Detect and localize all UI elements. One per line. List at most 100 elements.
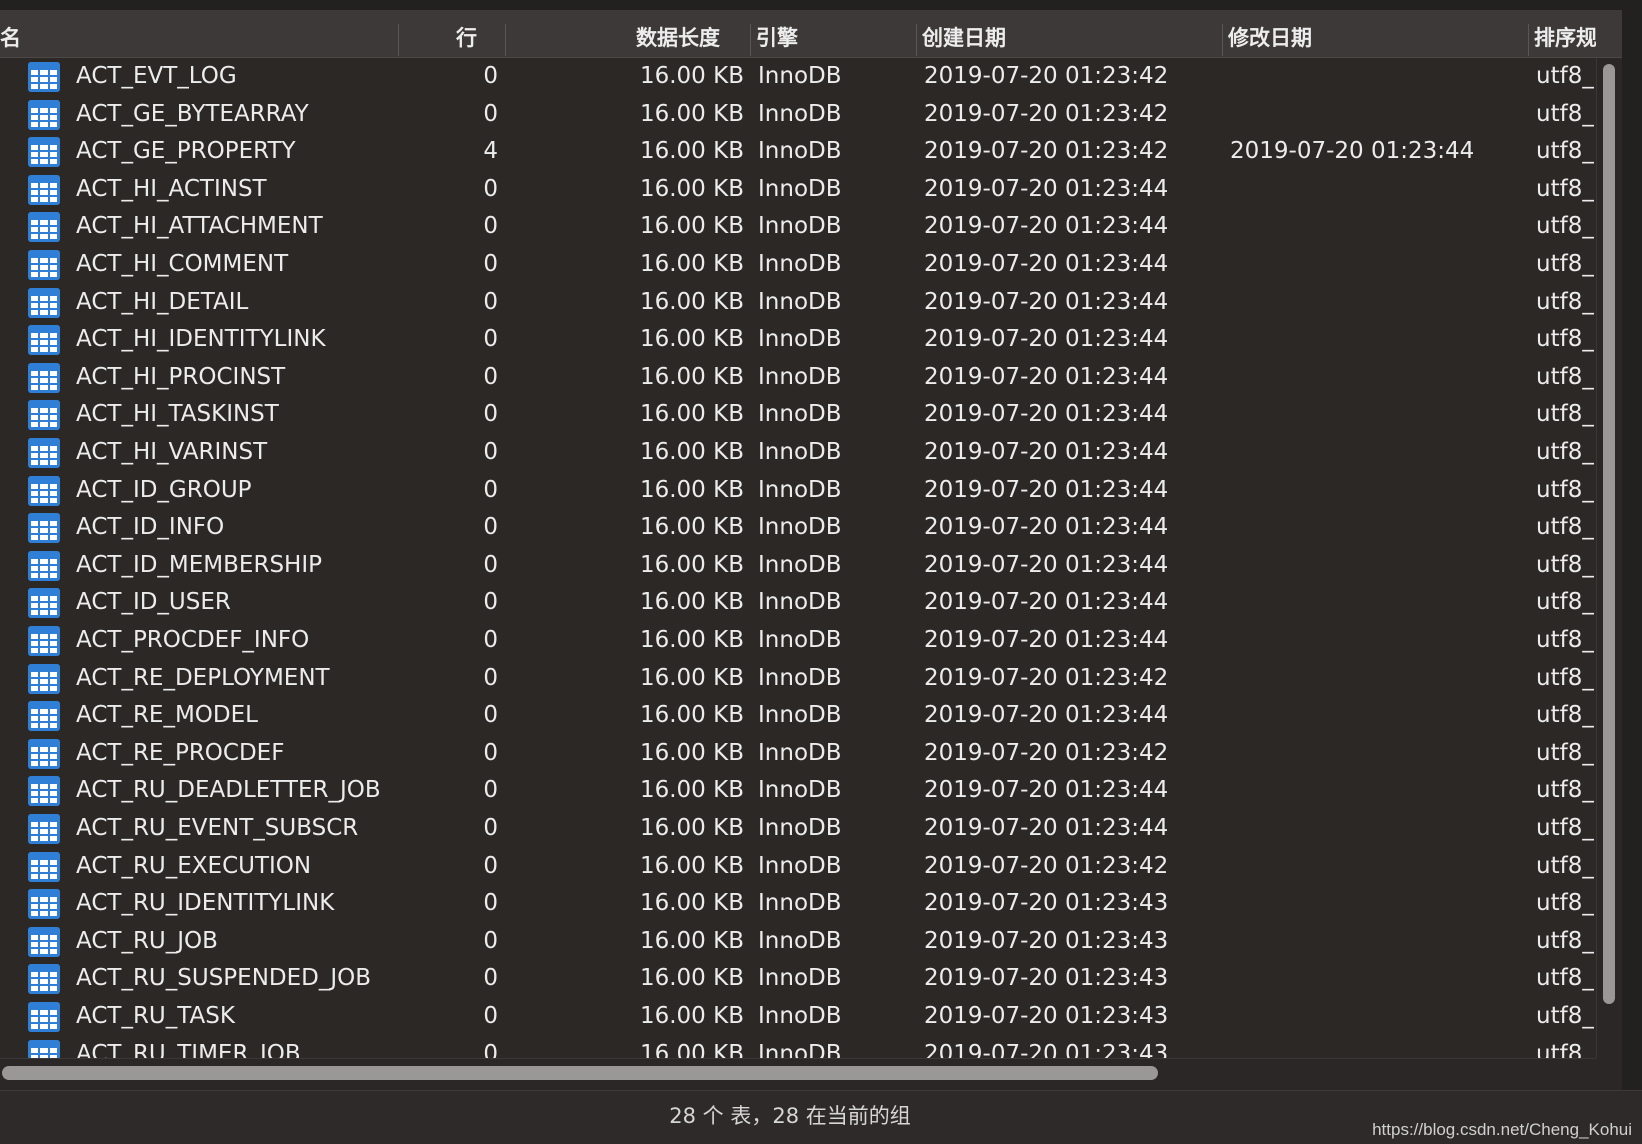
engine-cell: InnoDB [758,551,842,578]
column-divider[interactable] [505,24,506,56]
column-divider[interactable] [398,24,399,56]
engine-cell: InnoDB [758,175,842,202]
column-divider[interactable] [750,24,751,56]
engine-cell: InnoDB [758,213,842,240]
modified-date-cell [1230,171,1530,209]
collation-cell: utf8_ [1536,326,1594,353]
table-grid-icon [28,701,60,732]
row-count-cell: 0 [483,664,498,691]
table-row[interactable]: ACT_EVT_LOG 0 16.00 KB InnoDB 2019-07-20 01:… [0,58,1600,96]
table-row[interactable]: ACT_RU_TIMER_JOB 0 16.00 KB InnoDB 2019-07-2… [0,1036,1600,1058]
engine-cell: InnoDB [758,965,842,992]
collation-cell: utf8_ [1536,63,1594,89]
modified-date-cell [1230,396,1530,434]
table-grid-icon [28,212,60,243]
engine-cell: InnoDB [758,251,842,277]
modified-date-cell [1230,246,1530,284]
table-row[interactable]: ACT_GE_BYTEARRAY 0 16.00 KB InnoDB 2019-07-2… [0,96,1600,134]
vertical-scrollbar-thumb[interactable] [1603,64,1615,1004]
column-divider[interactable] [1222,24,1223,56]
collation-cell: utf8_ [1536,476,1594,503]
horizontal-scrollbar-thumb[interactable] [2,1066,1158,1080]
modified-date-cell [1230,208,1530,246]
table-row[interactable]: ACT_RE_MODEL 0 16.00 KB InnoDB 2019-07-20 01… [0,697,1600,735]
row-count-cell: 0 [483,815,498,841]
modified-date-cell [1230,96,1530,134]
column-divider[interactable] [1528,24,1529,56]
created-date-cell: 2019-07-20 01:23:44 [924,363,1169,390]
data-length-cell: 16.00 KB [639,363,744,390]
column-header-engine[interactable]: 引擎 [756,20,856,58]
collation-cell: utf8_ [1536,1040,1594,1058]
engine-cell: InnoDB [758,664,842,691]
collation-cell: utf8_ [1536,927,1594,954]
row-count-cell: 0 [483,363,498,390]
table-row[interactable]: ACT_ID_MEMBERSHIP 0 16.00 KB InnoDB 2019-07-… [0,547,1600,585]
table-name-cell: ACT_HI_TASKINST [76,401,279,428]
created-date-cell: 2019-07-20 01:23:44 [924,777,1169,804]
table-row[interactable]: ACT_HI_COMMENT 0 16.00 KB InnoDB 2019-07-20 … [0,246,1600,284]
collation-cell: utf8_ [1536,514,1594,541]
collation-cell: utf8_ [1536,890,1594,917]
table-row[interactable]: ACT_HI_DETAIL 0 16.00 KB InnoDB 2019-07-20 0… [0,284,1600,322]
column-header-collation[interactable]: 排序规 [1534,20,1596,58]
table-count-status: 28 个 表，28 在当前的组 [669,1104,911,1128]
table-row[interactable]: ACT_GE_PROPERTY 4 16.00 KB InnoDB 2019-07-20… [0,133,1600,171]
row-count-cell: 0 [483,739,498,766]
table-row[interactable]: ACT_RU_EXECUTION 0 16.00 KB InnoDB 2019-07-2… [0,848,1600,886]
table-row[interactable]: ACT_RE_DEPLOYMENT 0 16.00 KB InnoDB 2019-07-… [0,660,1600,698]
column-header-name[interactable]: 名 [0,20,60,58]
collation-cell: utf8_ [1536,815,1594,841]
engine-cell: InnoDB [758,852,842,879]
modified-date-cell [1230,772,1530,810]
collation-cell: utf8_ [1536,551,1594,578]
table-row[interactable]: ACT_RU_DEADLETTER_JOB 0 16.00 KB InnoDB 2019… [0,772,1600,810]
table-row[interactable]: ACT_ID_USER 0 16.00 KB InnoDB 2019-07-20 01:… [0,584,1600,622]
table-row[interactable]: ACT_PROCDEF_INFO 0 16.00 KB InnoDB 2019-07-2… [0,622,1600,660]
column-header-rows[interactable]: 行 [456,20,496,58]
table-row[interactable]: ACT_RE_PROCDEF 0 16.00 KB InnoDB 2019-07-20 … [0,735,1600,773]
modified-date-cell [1230,735,1530,773]
collation-cell: utf8_ [1536,965,1594,992]
engine-cell: InnoDB [758,890,842,917]
column-header-data-length[interactable]: 数据长度 [636,20,746,58]
table-row[interactable]: ACT_HI_TASKINST 0 16.00 KB InnoDB 2019-07-20… [0,396,1600,434]
created-date-cell: 2019-07-20 01:23:44 [924,251,1169,277]
created-date-cell: 2019-07-20 01:23:44 [924,627,1169,653]
collation-cell: utf8_ [1536,777,1594,804]
table-row[interactable]: ACT_HI_ATTACHMENT 0 16.00 KB InnoDB 2019-07-… [0,208,1600,246]
row-count-cell: 0 [483,100,498,127]
table-name-cell: ACT_HI_COMMENT [76,251,289,277]
table-row[interactable]: ACT_HI_IDENTITYLINK 0 16.00 KB InnoDB 2019-0… [0,321,1600,359]
table-row[interactable]: ACT_RU_JOB 0 16.00 KB InnoDB 2019-07-20 01:2… [0,923,1600,961]
created-date-cell: 2019-07-20 01:23:43 [924,890,1169,917]
engine-cell: InnoDB [758,288,842,315]
table-row[interactable]: ACT_HI_ACTINST 0 16.00 KB InnoDB 2019-07-20 … [0,171,1600,209]
table-row[interactable]: ACT_RU_TASK 0 16.00 KB InnoDB 2019-07-20 01:… [0,998,1600,1036]
collation-cell: utf8_ [1536,439,1594,465]
table-row[interactable]: ACT_RU_IDENTITYLINK 0 16.00 KB InnoDB 2019-0… [0,885,1600,923]
data-length-cell: 16.00 KB [639,401,744,428]
column-divider[interactable] [916,24,917,56]
engine-cell: InnoDB [758,702,842,729]
table-row[interactable]: ACT_HI_PROCINST 0 16.00 KB InnoDB 2019-07-20… [0,359,1600,397]
table-grid-icon [28,663,60,694]
table-name-cell: ACT_HI_IDENTITYLINK [76,326,326,353]
table-name-cell: ACT_RE_DEPLOYMENT [76,664,330,691]
data-length-cell: 16.00 KB [639,627,744,653]
table-row[interactable]: ACT_ID_GROUP 0 16.00 KB InnoDB 2019-07-20 01… [0,472,1600,510]
table-row[interactable]: ACT_RU_EVENT_SUBSCR 0 16.00 KB InnoDB 2019-0… [0,810,1600,848]
table-grid-icon [28,362,60,393]
table-row[interactable]: ACT_ID_INFO 0 16.00 KB InnoDB 2019-07-20 01:… [0,509,1600,547]
column-header-created[interactable]: 创建日期 [922,20,1042,58]
table-row[interactable]: ACT_RU_SUSPENDED_JOB 0 16.00 KB InnoDB 2019-… [0,960,1600,998]
modified-date-cell: 2019-07-20 01:23:44 [1230,138,1475,165]
row-count-cell: 4 [483,138,498,165]
created-date-cell: 2019-07-20 01:23:43 [924,1040,1169,1058]
column-header-modified[interactable]: 修改日期 [1228,20,1348,58]
table-grid-icon [28,174,60,205]
table-name-cell: ACT_HI_VARINST [76,439,268,465]
row-count-cell: 0 [483,514,498,541]
modified-date-cell [1230,472,1530,510]
table-row[interactable]: ACT_HI_VARINST 0 16.00 KB InnoDB 2019-07-20 … [0,434,1600,472]
